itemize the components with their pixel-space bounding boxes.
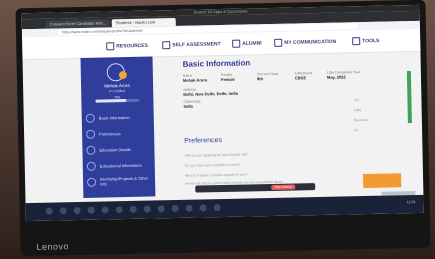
main-content: Basic Information Name Mehak Arora Gender… bbox=[159, 56, 372, 200]
address-value: Delhi, New Delhi, Delhi, India bbox=[183, 90, 239, 97]
gender-field: Gender Female bbox=[221, 73, 235, 82]
laptop-bezel: Search for Apps & Documents Consent Form… bbox=[15, 0, 431, 257]
sidebar-item-basic-information[interactable]: Basic Information bbox=[85, 109, 150, 126]
pref-row: Do you have any countries in mind? bbox=[184, 162, 241, 168]
circle-icon bbox=[86, 161, 96, 171]
taskbar-app-icon[interactable] bbox=[171, 204, 179, 213]
sidebar-item-label: Educational Information bbox=[99, 162, 142, 169]
taskbar-app-icon[interactable] bbox=[157, 205, 165, 213]
taskbar-app-icon[interactable] bbox=[87, 206, 95, 214]
taskbar-app-icon[interactable] bbox=[101, 206, 109, 214]
circle-icon bbox=[86, 145, 96, 155]
pref-row: Will you be applying for need-based aid? bbox=[184, 152, 248, 158]
circle-icon bbox=[87, 177, 97, 187]
taskbar-app-icon[interactable] bbox=[59, 207, 67, 215]
nav-self-assessment[interactable]: SELF ASSESSMENT bbox=[162, 40, 221, 50]
profile-progress-bar bbox=[95, 98, 140, 103]
sidebar-item-preferences[interactable]: Preferences bbox=[85, 125, 150, 142]
taskbar-app-icon[interactable] bbox=[143, 205, 151, 213]
notification-toast[interactable] bbox=[362, 173, 402, 189]
stop-sharing-button[interactable]: Stop sharing bbox=[271, 184, 296, 191]
preferences-title: Preferences bbox=[184, 137, 223, 145]
progress-fill bbox=[95, 99, 127, 103]
profile-sidebar: Mehak Arora PI Unfilled 70% Basic Inform… bbox=[80, 56, 156, 198]
sidebar-item-education-details[interactable]: Education Details bbox=[86, 141, 150, 158]
year-field: 10th Completion Year May, 2022 bbox=[327, 70, 361, 80]
document-icon bbox=[106, 42, 115, 51]
nav-label: ALUMNI bbox=[242, 40, 262, 47]
name-field: Name Mehak Arora bbox=[183, 73, 207, 83]
pref-row: Which of these countries appeal to you? bbox=[184, 172, 248, 178]
sidebar-item-label: Basic Information bbox=[98, 114, 130, 121]
board-field: 10th Board CBSE bbox=[295, 71, 312, 80]
citizenship-field: Citizenship India bbox=[183, 99, 200, 108]
gender-value: Female bbox=[220, 76, 235, 83]
nav-my-communication[interactable]: MY COMMUNICATION bbox=[274, 38, 336, 47]
answer-value: Yes bbox=[353, 98, 360, 103]
class-value: 9th bbox=[256, 76, 264, 82]
edit-avatar-icon[interactable] bbox=[118, 71, 127, 80]
taskbar-app-icon[interactable] bbox=[129, 205, 137, 213]
answer-value: No bbox=[354, 128, 359, 133]
chat-icon bbox=[274, 38, 283, 47]
taskbar-app-icon[interactable] bbox=[185, 204, 193, 212]
class-field: Current Class 9th bbox=[257, 72, 279, 81]
answer-value: India bbox=[353, 108, 362, 113]
sidebar-menu: Basic Information Preferences Education … bbox=[85, 109, 152, 190]
circle-icon bbox=[85, 129, 96, 139]
sidebar-item-internship[interactable]: Internship/Projects & Other Info bbox=[87, 173, 151, 190]
sidebar-item-label: Internship/Projects & Other Info bbox=[99, 175, 149, 187]
taskbar: 12:31 bbox=[25, 194, 424, 222]
year-value: May, 2022 bbox=[326, 74, 346, 80]
laptop-screen: Search for Apps & Documents Consent Form… bbox=[21, 4, 424, 222]
circle-icon bbox=[85, 113, 95, 123]
taskbar-clock: 12:31 bbox=[406, 199, 416, 205]
taskbar-app-icon[interactable] bbox=[213, 204, 221, 212]
gear-icon bbox=[352, 37, 361, 46]
nav-label: SELF ASSESSMENT bbox=[172, 41, 221, 49]
answer-value: Business bbox=[353, 117, 369, 123]
taskbar-app-icon[interactable] bbox=[199, 204, 207, 212]
nav-resources[interactable]: RESOURCES bbox=[106, 42, 148, 51]
citizenship-value: India bbox=[183, 103, 193, 109]
nav-tools[interactable]: TOOLS bbox=[352, 37, 379, 46]
nav-alumni[interactable]: ALUMNI bbox=[232, 39, 262, 48]
feedback-tab[interactable] bbox=[406, 71, 412, 124]
people-icon bbox=[232, 39, 241, 48]
sidebar-item-label: Education Details bbox=[99, 146, 131, 153]
clipboard-icon bbox=[162, 41, 171, 50]
windows-start-icon[interactable] bbox=[45, 207, 53, 215]
preferences-answers: Yes India Business No bbox=[353, 98, 368, 132]
taskbar-app-icon[interactable] bbox=[73, 206, 81, 215]
sidebar-item-label: Preferences bbox=[99, 130, 121, 137]
taskbar-app-icon[interactable] bbox=[115, 206, 123, 214]
basic-info-title: Basic Information bbox=[182, 58, 251, 69]
lenovo-logo: Lenovo bbox=[36, 241, 70, 252]
address-field: Address Delhi, New Delhi, Delhi, India bbox=[183, 87, 238, 97]
sidebar-item-educational-information[interactable]: Educational Information bbox=[86, 157, 151, 174]
name-value: Mehak Arora bbox=[182, 77, 208, 83]
student-role: PI Unfilled bbox=[109, 89, 126, 94]
nav-label: TOOLS bbox=[362, 38, 380, 45]
nav-label: RESOURCES bbox=[116, 42, 149, 50]
nav-label: MY COMMUNICATION bbox=[284, 38, 337, 47]
board-value: CBSE bbox=[294, 75, 307, 81]
